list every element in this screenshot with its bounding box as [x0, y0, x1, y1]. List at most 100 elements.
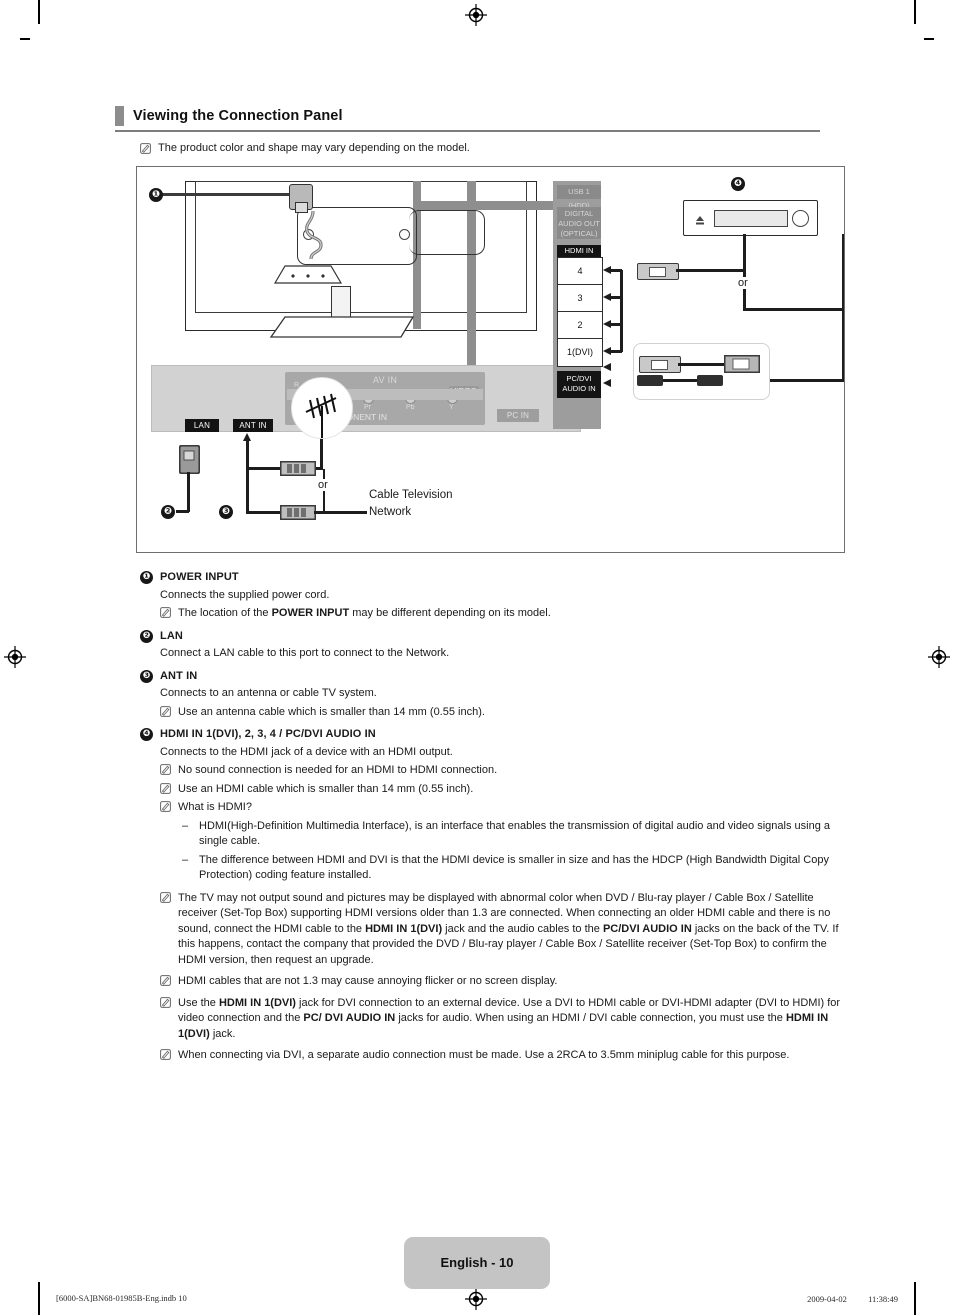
note-icon — [160, 975, 171, 986]
cable-television-network-label: Cable Television Network — [369, 487, 453, 521]
note-icon — [160, 782, 171, 794]
dvi-connector-icon — [724, 355, 760, 373]
hdmi-cable-to-device — [676, 269, 744, 272]
hdmi-port-4: 4 — [557, 257, 603, 286]
tv-stand-plate — [273, 263, 343, 285]
device-disc-slot — [714, 210, 788, 227]
header-accent-bar — [115, 106, 124, 126]
note-text: Use an HDMI cable which is smaller than … — [178, 782, 474, 795]
registration-mark-right — [928, 646, 950, 668]
page-header: Viewing the Connection Panel — [115, 106, 820, 132]
dvi-video-cable — [678, 363, 726, 366]
jack-pr-label: Pr — [364, 404, 371, 411]
dvi-hdmi-connector-icon — [639, 356, 681, 373]
dash-hdmi-definition: – HDMI(High-Definition Multimedia Interf… — [182, 819, 850, 850]
jack-pb-label: Pb — [406, 404, 415, 411]
lan-port-label: LAN — [185, 419, 219, 432]
lan-cable-vertical — [187, 472, 190, 512]
page-number-badge: English - 10 — [404, 1237, 550, 1289]
section-badge-1: ❶ — [140, 571, 153, 584]
power-cord-coil — [303, 210, 327, 260]
registration-mark-top — [465, 4, 487, 26]
note-text: What is HDMI? — [178, 801, 252, 813]
connection-descriptions: ❶ POWER INPUT Connects the supplied powe… — [140, 563, 850, 1064]
note-dvi-connection: Use the HDMI IN 1(DVI) jack for DVI conn… — [160, 996, 850, 1043]
arrow-to-hdmi-4 — [603, 266, 611, 274]
note-power-input-location: The location of the POWER INPUT may be d… — [160, 606, 850, 622]
antenna-mast-line — [320, 435, 323, 469]
usb-port-label: USB 1 (HDD) — [557, 185, 601, 210]
device-branch-horizontal — [743, 308, 844, 311]
antenna-callout-icon — [291, 377, 353, 439]
note-text: Use an antenna cable which is smaller th… — [178, 705, 485, 718]
arrow-to-hdmi-2 — [603, 320, 611, 328]
note-dvi-audio-cable: When connecting via DVI, a separate audi… — [160, 1048, 850, 1064]
or-label-bottom: or — [315, 479, 331, 491]
power-cord-line — [151, 193, 291, 196]
section-badge-3: ❸ — [140, 669, 153, 683]
section-title-lan: LAN — [160, 629, 183, 642]
device-knob-icon — [792, 210, 809, 227]
section-badge-2: ❷ — [140, 629, 153, 643]
registration-mark-bottom — [465, 1288, 487, 1310]
cable-tv-line — [314, 511, 367, 514]
section-ant-in: ❸ ANT IN — [140, 669, 850, 685]
lan-cable-horizontal — [176, 510, 189, 513]
section-power-input: ❶ POWER INPUT — [140, 570, 850, 586]
arrow-to-ant-in — [243, 433, 251, 441]
hdmi-port-1-dvi: 1(DVI) — [557, 338, 603, 367]
dash-text: HDMI(High-Definition Multimedia Interfac… — [199, 819, 830, 848]
note-what-is-hdmi: What is HDMI? — [160, 800, 850, 816]
dash-text: The difference between HDMI and DVI is t… — [199, 853, 829, 882]
dash-hdmi-vs-dvi: – The difference between HDMI and DVI is… — [182, 853, 850, 884]
device-branch-right-down — [842, 234, 844, 381]
arrow-to-hdmi-3 — [603, 293, 611, 301]
section-hdmi-in: ❹ HDMI IN 1(DVI), 2, 3, 4 / PC/DVI AUDIO… — [140, 727, 850, 743]
hdmi-port-2: 2 — [557, 311, 603, 340]
hdmi-bus-to-2 — [611, 323, 622, 326]
coax-connector-top-icon — [280, 461, 316, 476]
note-text: No sound connection is needed for an HDM… — [178, 764, 498, 776]
device-branch-down — [743, 234, 746, 310]
section-desc-power-input: Connects the supplied power cord. — [160, 588, 330, 601]
ant-cable-branch-top — [246, 467, 282, 470]
crop-mark-top-left-horizontal — [20, 38, 30, 40]
note-icon — [160, 996, 171, 1008]
print-file-meta: [6000-SA]BN68-01985B-Eng.indb 10 — [56, 1293, 187, 1303]
crop-mark-top-right-vertical — [914, 0, 916, 24]
section-title-power-input: POWER INPUT — [160, 571, 239, 583]
hdmi-port-3: 3 — [557, 284, 603, 313]
mount-screw-right-icon — [399, 229, 410, 240]
lan-connector-icon — [179, 445, 200, 474]
section-badge-4: ❹ — [140, 728, 153, 741]
page-title: Viewing the Connection Panel — [133, 108, 343, 124]
digital-audio-out-label: DIGITAL AUDIO OUT (OPTICAL) — [557, 207, 601, 239]
crop-mark-bottom-right-vertical — [914, 1282, 916, 1315]
arrow-to-dvi-video — [603, 363, 611, 371]
header-note-text: The product color and shape may vary dep… — [158, 142, 470, 154]
note-icon — [160, 764, 171, 775]
note-icon — [160, 891, 171, 903]
section-title-ant-in: ANT IN — [160, 669, 198, 682]
crop-mark-top-left-vertical — [38, 0, 40, 24]
note-text: The TV may not output sound and pictures… — [178, 891, 839, 966]
connection-panel-diagram: AV IN VIDEO COMPONENT IN Pr Pb Y R L R P… — [136, 166, 845, 553]
print-date-meta: 2009-04-02 11:38:49 — [807, 1294, 898, 1304]
rca-connector-left-icon — [637, 375, 663, 386]
ant-in-port-label: ANT IN — [233, 419, 273, 432]
section-desc-ant-in: Connects to an antenna or cable TV syste… — [160, 687, 377, 699]
cable-tv-line2: Network — [369, 506, 412, 518]
rca-cable — [663, 379, 699, 382]
or-label-top: or — [735, 277, 751, 289]
note-hdmi-flicker: HDMI cables that are not 1.3 may cause a… — [160, 974, 850, 990]
header-divider — [115, 130, 820, 132]
diagram-badge-3: ❸ — [219, 505, 233, 519]
registration-mark-left — [4, 646, 26, 668]
arrow-to-pcdvi-audio — [603, 379, 611, 387]
pc-in-label: PC IN — [497, 409, 539, 422]
section-desc-hdmi-in: Connects to the HDMI jack of a device wi… — [160, 745, 453, 758]
hdmi-connector-icon — [637, 263, 679, 280]
dvi-audio-return — [768, 379, 844, 382]
rca-connector-right-icon — [697, 375, 723, 386]
coax-connector-bottom-icon — [280, 505, 316, 520]
